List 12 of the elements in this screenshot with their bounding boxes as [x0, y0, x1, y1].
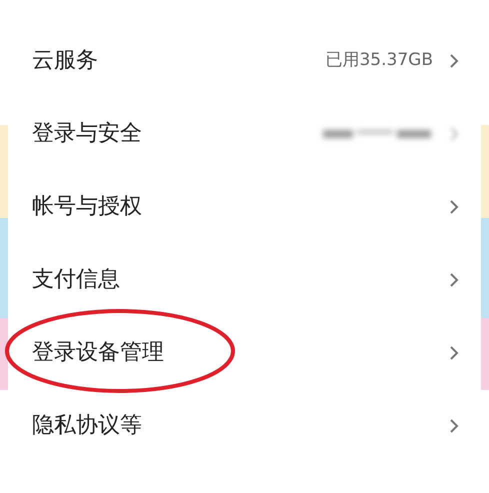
row-label[interactable]: 隐私协议等: [32, 409, 142, 442]
chevron-right-icon: [449, 344, 459, 360]
chevron-right-icon: [449, 52, 459, 68]
chevron-right-icon: [449, 126, 459, 142]
storage-usage: 已用35.37GB: [325, 48, 433, 72]
row-label[interactable]: 登录与安全: [32, 117, 142, 150]
chevron-right-icon: [449, 198, 459, 214]
row-label[interactable]: 支付信息: [32, 263, 120, 296]
row-label[interactable]: 云服务: [32, 44, 98, 77]
row-label[interactable]: 帐号与授权: [32, 190, 142, 223]
chevron-right-icon: [449, 272, 459, 288]
chevron-right-icon: [449, 418, 459, 434]
